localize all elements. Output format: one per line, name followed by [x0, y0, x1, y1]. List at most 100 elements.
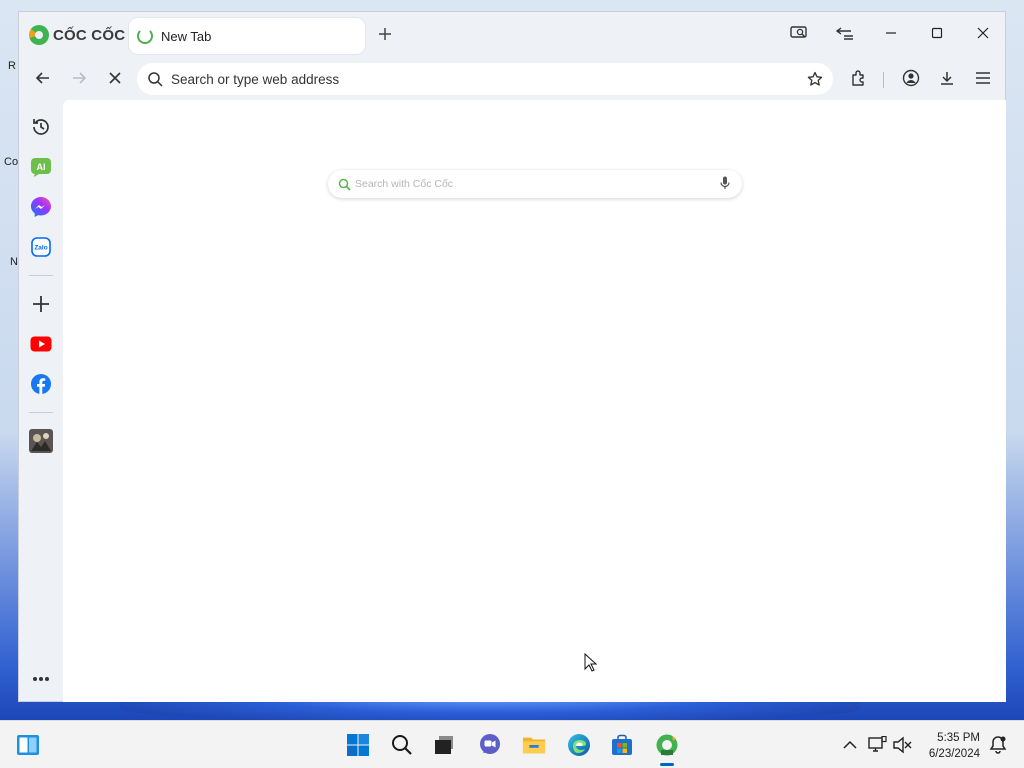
- show-hidden-icons-button[interactable]: [838, 733, 862, 757]
- back-button[interactable]: [31, 66, 55, 90]
- sidebar-item-youtube[interactable]: [29, 332, 53, 356]
- bookmark-button[interactable]: [805, 69, 825, 89]
- chat-icon: [480, 734, 500, 754]
- coccoc-logo-icon: [29, 25, 49, 45]
- edge-browser-icon: [568, 734, 590, 756]
- youtube-icon: [30, 336, 52, 352]
- star-icon: [807, 71, 823, 86]
- arrow-right-icon: [73, 72, 87, 84]
- task-view-button[interactable]: [432, 733, 456, 757]
- sidebar-item-facebook[interactable]: [29, 372, 53, 396]
- system-clock[interactable]: 5:35 PM 6/23/2024: [929, 730, 980, 762]
- coccoc-search-box[interactable]: [328, 170, 742, 198]
- network-icon: [868, 736, 887, 752]
- back-arrows-icon: [836, 27, 853, 40]
- coccoc-search-input[interactable]: [355, 178, 695, 190]
- sidebar-item-ai[interactable]: AI: [29, 155, 53, 179]
- browser-brand-text: CỐC CỐC: [53, 26, 126, 44]
- sidebar-more-button[interactable]: [29, 667, 53, 691]
- volume-status-button[interactable]: [891, 733, 915, 757]
- tab-search-button[interactable]: [787, 22, 811, 44]
- desktop-icon-label[interactable]: Co: [4, 156, 18, 168]
- search-icon: [392, 735, 412, 755]
- network-status-button[interactable]: [866, 733, 890, 757]
- sidebar-item-zalo[interactable]: Zalo: [29, 235, 53, 259]
- search-icon: [338, 178, 351, 191]
- widgets-icon: [17, 735, 39, 755]
- close-icon: [977, 27, 989, 39]
- tab-search-icon: [790, 26, 807, 38]
- store-icon: [612, 734, 632, 755]
- loading-spinner-icon: [137, 28, 153, 44]
- messenger-icon: [31, 197, 51, 217]
- title-bar: CỐC CỐC New Tab: [19, 12, 1005, 56]
- sidebar-item-game[interactable]: [29, 429, 53, 453]
- hamburger-menu-icon: [976, 72, 990, 84]
- notifications-button[interactable]: [986, 733, 1010, 757]
- widgets-button[interactable]: [16, 733, 40, 757]
- main-menu-button[interactable]: [971, 66, 995, 90]
- facebook-icon: [31, 374, 51, 394]
- windows-start-icon: [347, 734, 369, 756]
- toolbar-divider: [883, 72, 884, 88]
- plus-icon: [379, 28, 391, 40]
- plus-icon: [33, 296, 49, 312]
- folder-icon: [522, 737, 546, 754]
- sidebar-divider: [29, 275, 53, 276]
- file-explorer-button[interactable]: [522, 733, 546, 757]
- sidebar-divider: [29, 412, 53, 413]
- chevron-up-icon: [843, 740, 857, 749]
- search-taskbar-button[interactable]: [390, 733, 414, 757]
- desktop-icon-label[interactable]: N: [10, 256, 18, 268]
- sidebar-item-messenger[interactable]: [29, 195, 53, 219]
- microsoft-store-button[interactable]: [610, 733, 634, 757]
- volume-muted-icon: [893, 736, 912, 754]
- microphone-icon: [720, 176, 730, 189]
- history-icon: [33, 119, 49, 135]
- download-icon: [941, 72, 953, 85]
- maximize-icon: [931, 27, 943, 39]
- more-dots-icon: [33, 677, 49, 681]
- desktop-icon-label[interactable]: R: [8, 60, 16, 72]
- profile-button[interactable]: [899, 66, 923, 90]
- zalo-icon: Zalo: [31, 237, 51, 257]
- minimize-icon: [886, 32, 896, 34]
- teams-chat-button[interactable]: [478, 733, 502, 757]
- stop-loading-button[interactable]: [103, 66, 127, 90]
- sidebar-add-button[interactable]: [29, 292, 53, 316]
- coccoc-browser-icon: [656, 734, 678, 756]
- sidebar: AI Zalo: [19, 100, 63, 702]
- task-view-icon: [435, 736, 453, 754]
- edge-button[interactable]: [567, 733, 591, 757]
- voice-search-button[interactable]: [718, 176, 732, 192]
- search-icon: [148, 72, 163, 87]
- address-input[interactable]: [171, 71, 771, 87]
- active-app-indicator: [660, 763, 674, 766]
- game-thumbnail-icon: [29, 429, 53, 453]
- profile-icon: [902, 69, 920, 87]
- ai-chat-icon: AI: [31, 158, 51, 177]
- close-button[interactable]: [971, 22, 995, 44]
- tab-new-tab[interactable]: New Tab: [129, 18, 365, 54]
- start-button[interactable]: [346, 733, 370, 757]
- new-tab-button[interactable]: [375, 25, 395, 45]
- downloads-button[interactable]: [935, 66, 959, 90]
- coccoc-taskbar-button[interactable]: [655, 733, 679, 757]
- tab-title: New Tab: [161, 28, 212, 44]
- page-content: [63, 100, 1006, 702]
- extensions-button[interactable]: [847, 66, 871, 90]
- sidebar-toggle-button[interactable]: [833, 22, 857, 44]
- notification-bell-icon: [989, 736, 1007, 754]
- forward-button[interactable]: [67, 66, 91, 90]
- browser-window: CỐC CỐC New Tab Search or type web addre…: [18, 11, 1006, 702]
- puzzle-icon: [852, 70, 864, 86]
- svg-text:AI: AI: [37, 162, 46, 172]
- sidebar-item-history[interactable]: [29, 115, 53, 139]
- stop-icon: [109, 72, 121, 84]
- mouse-cursor-icon: [584, 653, 598, 672]
- svg-text:Zalo: Zalo: [34, 245, 47, 252]
- maximize-button[interactable]: [925, 22, 949, 44]
- address-bar[interactable]: [137, 63, 833, 95]
- browser-logo[interactable]: CỐC CỐC: [29, 25, 125, 45]
- minimize-button[interactable]: [879, 22, 903, 44]
